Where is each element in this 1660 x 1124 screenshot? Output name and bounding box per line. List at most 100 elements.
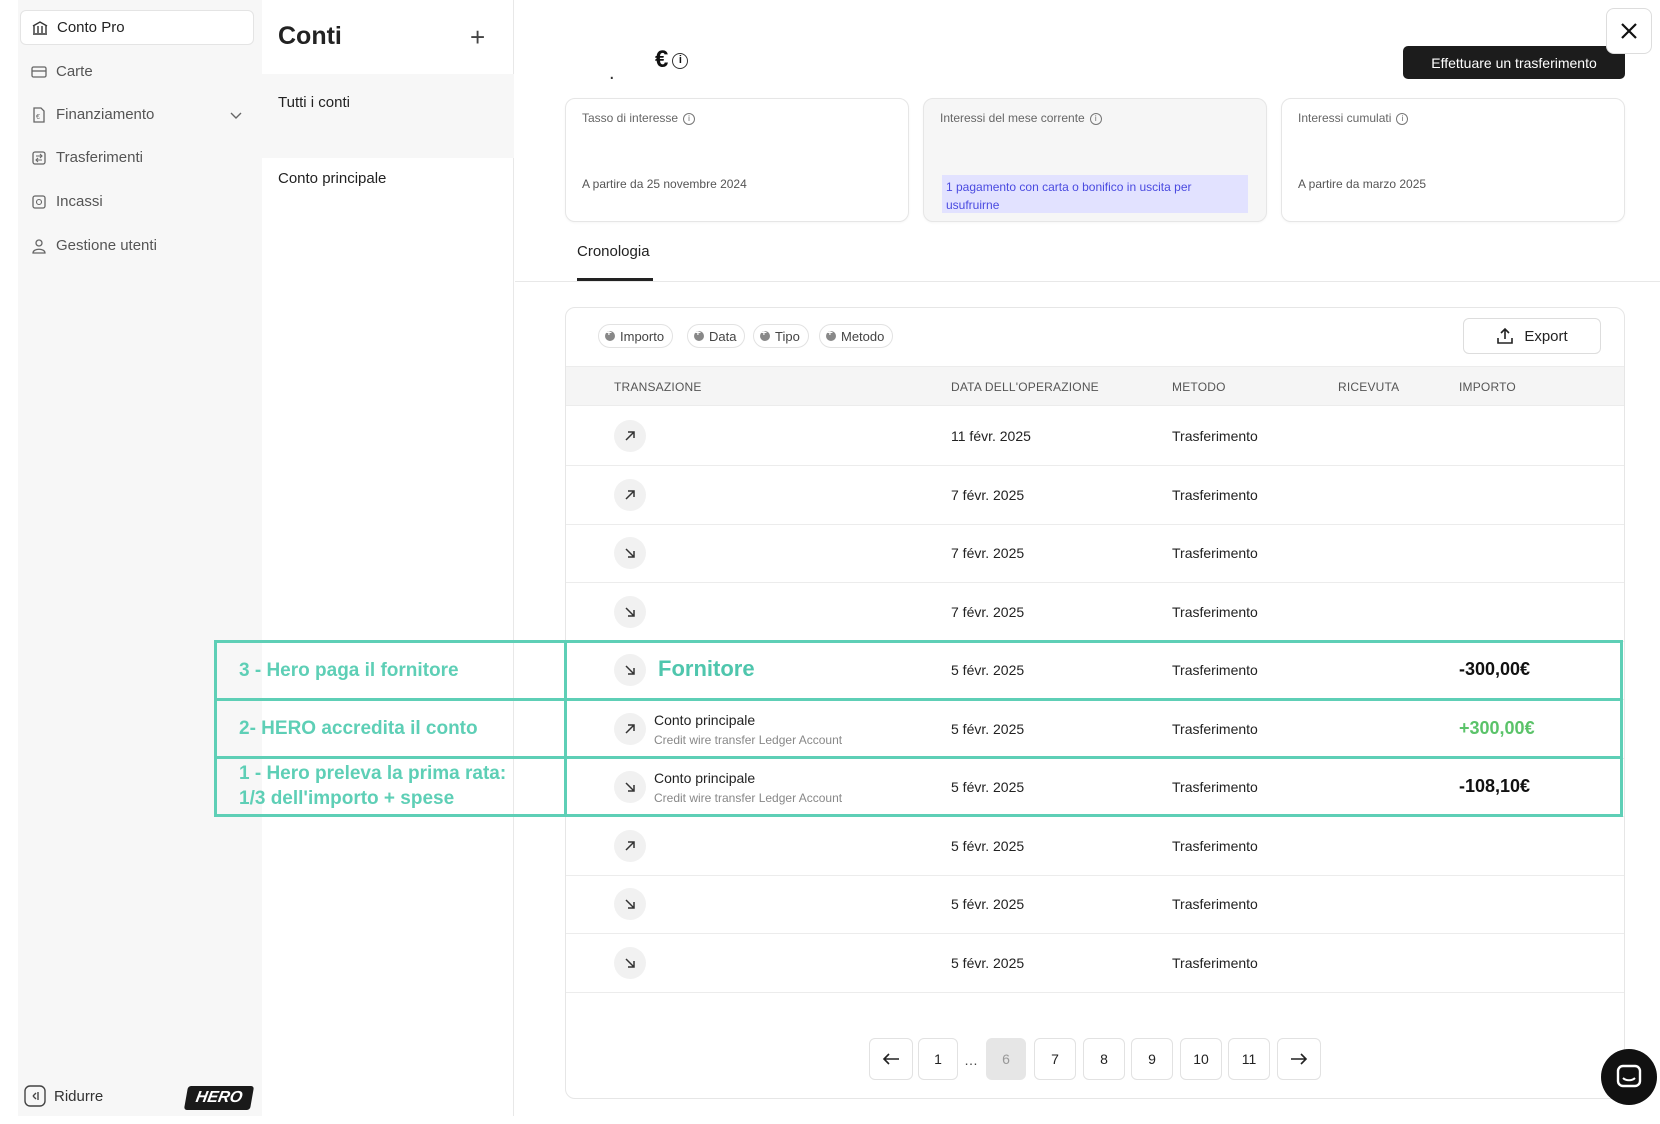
sidebar-item-label: Finanziamento <box>56 106 155 123</box>
interest-rate-card: Tasso di interesse i A partire da 25 nove… <box>565 98 909 222</box>
sidebar-item-trasferimenti[interactable]: Trasferimenti <box>20 140 254 175</box>
export-button[interactable]: Export <box>1463 318 1601 354</box>
account-item-all[interactable]: Tutti i conti <box>262 74 514 158</box>
plus-icon <box>826 328 836 341</box>
tab-divider <box>515 281 1660 282</box>
account-item-main[interactable]: Conto principale <box>278 170 386 187</box>
user-icon <box>30 237 48 255</box>
card-sub: A partire da marzo 2025 <box>1298 177 1427 191</box>
table-row[interactable]: 5 févr. 2025 Trasferimento <box>566 817 1624 876</box>
table-row[interactable]: 7 févr. 2025 Trasferimento <box>566 466 1624 525</box>
collapse-icon <box>24 1085 46 1107</box>
sidebar-item-finanziamento[interactable]: € Finanziamento <box>20 97 254 132</box>
chat-icon <box>1616 1064 1642 1088</box>
logo-text: HERO <box>194 1089 244 1106</box>
transfer-icon <box>30 149 48 167</box>
export-label: Export <box>1524 327 1568 345</box>
collapse-label: Ridurre <box>54 1087 104 1105</box>
transaction-method: Trasferimento <box>1172 486 1258 503</box>
currency-symbol: € <box>655 46 669 73</box>
page-9[interactable]: 9 <box>1131 1038 1173 1080</box>
card-label: Tasso di interesse i <box>582 111 696 125</box>
transaction-date: 5 févr. 2025 <box>951 837 1025 854</box>
upload-icon <box>1497 327 1514 344</box>
chat-button[interactable] <box>1601 1049 1657 1105</box>
accounts-title: Conti <box>278 22 342 50</box>
add-account-button[interactable]: + <box>470 22 485 52</box>
page-10[interactable]: 10 <box>1180 1038 1222 1080</box>
card-label-text: Interessi del mese corrente <box>940 111 1085 125</box>
sidebar-item-label: Incassi <box>56 193 103 210</box>
page-11[interactable]: 11 <box>1228 1038 1270 1080</box>
sidebar-item-label: Conto Pro <box>57 19 125 36</box>
prev-page-button[interactable] <box>869 1038 913 1080</box>
chevron-down-icon <box>230 107 242 124</box>
sidebar-item-label: Trasferimenti <box>56 149 143 166</box>
sidebar-item-label: Gestione utenti <box>56 237 157 254</box>
page-1[interactable]: 1 <box>918 1038 958 1080</box>
plus-icon <box>694 328 704 341</box>
page-8[interactable]: 8 <box>1083 1038 1125 1080</box>
table-row[interactable]: 5 févr. 2025 Trasferimento <box>566 934 1624 993</box>
close-icon <box>1621 23 1637 39</box>
transaction-date: 7 févr. 2025 <box>951 545 1025 561</box>
sidebar-item-gestione-utenti[interactable]: Gestione utenti <box>20 228 254 263</box>
sidebar-item-carte[interactable]: Carte <box>20 54 254 89</box>
table-header: TRANSAZIONE DATA DELL'OPERAZIONE METODO … <box>566 366 1624 406</box>
arrow-down-right-icon <box>614 595 646 628</box>
bank-icon <box>31 19 49 37</box>
arrow-down-right-icon <box>614 888 646 920</box>
transaction-method: Trasferimento <box>1172 954 1258 971</box>
transaction-date: 11 févr. 2025 <box>951 428 1031 444</box>
page-6-current[interactable]: 6 <box>986 1038 1026 1080</box>
card-highlight: 1 pagamento con carta o bonifico in usci… <box>942 175 1248 213</box>
filter-label: Metodo <box>841 328 885 344</box>
card-label: Interessi del mese corrente i <box>940 111 1102 125</box>
current-month-interest-card: Interessi del mese corrente i 1 pagamento… <box>923 98 1267 222</box>
main-content: . € i Effettuare un trasferimento Tasso d… <box>515 0 1660 1116</box>
transfer-button[interactable]: Effettuare un trasferimento <box>1403 46 1625 79</box>
table-row[interactable]: 11 févr. 2025 Trasferimento <box>566 407 1624 466</box>
annotation-step-1: 1 - Hero preleva la prima rata: 1/3 dell… <box>239 763 507 809</box>
sidebar-item-conto-pro[interactable]: Conto Pro <box>20 10 254 45</box>
table-row[interactable]: 7 févr. 2025 Trasferimento <box>566 524 1624 583</box>
filter-chip-data[interactable]: Data <box>687 324 746 348</box>
accounts-panel: Conti + Tutti i conti Conto principale <box>262 0 514 1116</box>
arrow-up-right-icon <box>614 420 646 452</box>
document-euro-icon: € <box>30 106 48 124</box>
filter-chip-tipo[interactable]: Tipo <box>753 324 809 348</box>
column-header-data: DATA DELL'OPERAZIONE <box>951 380 1099 394</box>
transaction-method: Trasferimento <box>1172 837 1258 854</box>
transaction-date: 5 févr. 2025 <box>951 954 1025 971</box>
transaction-method: Trasferimento <box>1172 545 1258 561</box>
arrow-down-right-icon <box>614 537 646 569</box>
plus-icon <box>760 328 770 341</box>
column-header-ricevuta: RICEVUTA <box>1338 380 1400 394</box>
filter-chip-importo[interactable]: Importo <box>598 324 674 348</box>
collect-icon <box>30 193 48 211</box>
card-icon <box>30 63 48 81</box>
card-label-text: Tasso di interesse <box>582 111 679 125</box>
column-header-transazione: TRANSAZIONE <box>614 380 702 394</box>
transaction-date: 7 févr. 2025 <box>951 603 1025 620</box>
hero-logo: HERO <box>183 1086 255 1110</box>
sidebar-item-incassi[interactable]: Incassi <box>20 184 254 219</box>
transaction-method: Trasferimento <box>1172 896 1258 912</box>
info-icon[interactable]: i <box>683 112 696 125</box>
arrow-up-right-icon <box>614 478 646 511</box>
filter-chip-metodo[interactable]: Metodo <box>819 324 894 348</box>
card-label: Interessi cumulati i <box>1298 111 1409 125</box>
info-icon[interactable]: i <box>1089 112 1102 125</box>
close-button[interactable] <box>1606 8 1652 54</box>
table-row[interactable]: 7 févr. 2025 Trasferimento <box>566 583 1624 642</box>
info-icon[interactable]: i <box>672 52 689 69</box>
info-icon[interactable]: i <box>1396 112 1409 125</box>
page-7[interactable]: 7 <box>1034 1038 1076 1080</box>
tab-cronologia[interactable]: Cronologia <box>577 243 650 260</box>
transaction-method: Trasferimento <box>1172 603 1258 620</box>
collapse-button[interactable]: Ridurre <box>24 1085 103 1107</box>
transaction-date: 5 févr. 2025 <box>951 896 1025 912</box>
next-page-button[interactable] <box>1277 1038 1321 1080</box>
table-row[interactable]: 5 févr. 2025 Trasferimento <box>566 875 1624 934</box>
transaction-date: 7 févr. 2025 <box>951 486 1025 503</box>
